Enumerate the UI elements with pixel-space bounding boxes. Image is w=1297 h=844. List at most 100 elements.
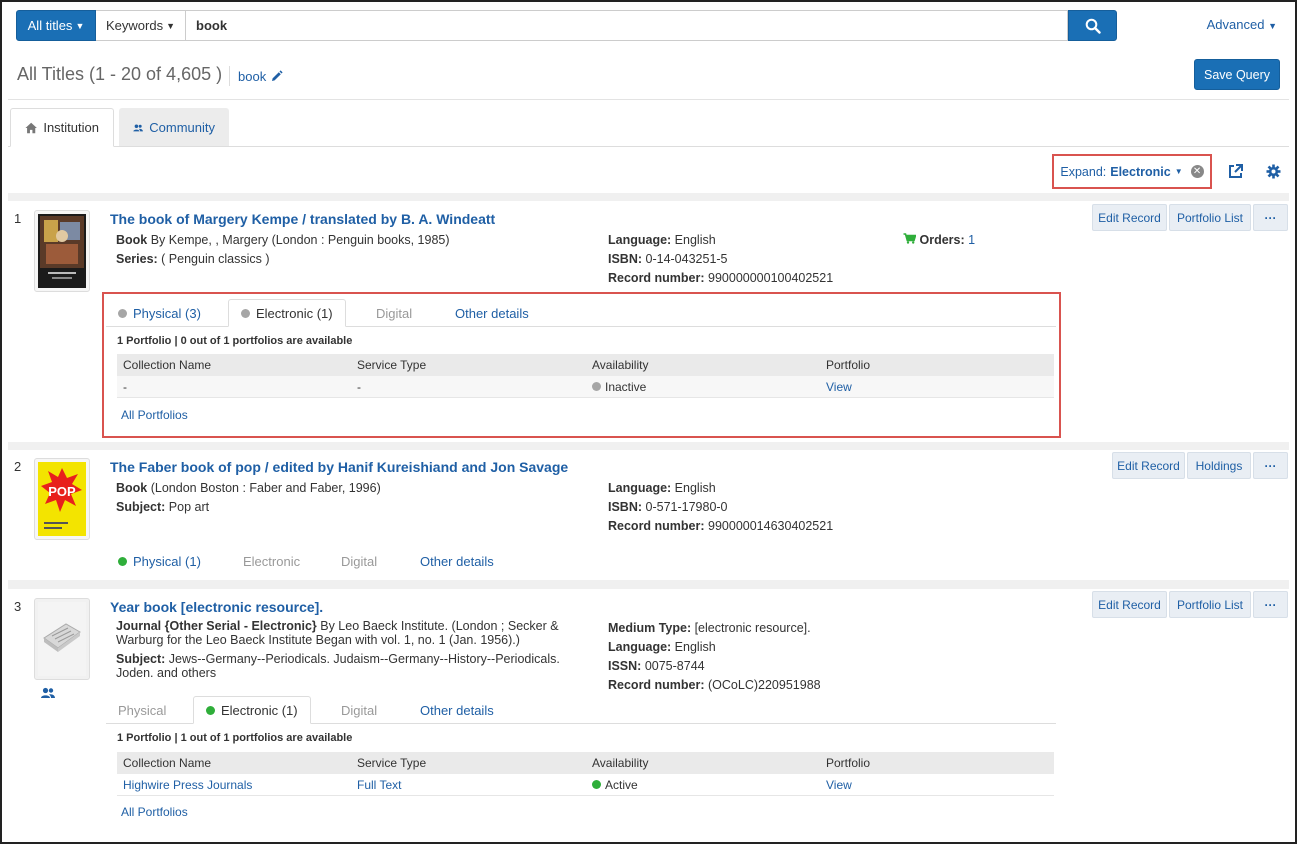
edit-record-button[interactable]: Edit Record [1112, 452, 1185, 479]
tab-community[interactable]: Community [119, 108, 229, 147]
results-title: All Titles (1 - 20 of 4,605 ) [17, 64, 223, 84]
portfolio-summary: 1 Portfolio | 1 out of 1 portfolios are … [117, 732, 353, 744]
svg-text:POP: POP [48, 484, 76, 499]
issn-label: ISSN: [608, 659, 642, 673]
book-cover-thumbnail[interactable] [34, 210, 90, 292]
holdings-button[interactable]: Holdings [1187, 452, 1251, 479]
caret-down-icon: ▼ [75, 20, 85, 31]
tab-physical: Physical [118, 702, 167, 718]
users-icon [133, 124, 143, 131]
caret-down-icon: ▼ [166, 20, 175, 31]
tab-community-label: Community [149, 120, 215, 135]
export-icon[interactable] [1228, 164, 1243, 179]
availability-cell: Active [586, 778, 638, 792]
divider [8, 99, 1289, 100]
search-scope-dropdown[interactable]: All titles ▼ [16, 10, 96, 41]
isbn-label: ISBN: [608, 500, 643, 514]
separator-band [8, 193, 1289, 201]
column-header: Availability [592, 756, 649, 770]
record-number-label: Record number: [608, 678, 705, 692]
result-subtabs: Physical Electronic (1) Digital Other de… [106, 696, 1056, 724]
record-number-value: (OCoLC)220951988 [704, 678, 821, 692]
result-number: 1 [14, 211, 22, 226]
view-portfolio-link[interactable]: View [820, 778, 852, 792]
result-title-link[interactable]: The Faber book of pop / edited by Hanif … [110, 459, 568, 475]
portfolio-list-button[interactable]: Portfolio List [1169, 591, 1251, 618]
subject-value: Jews--Germany--Periodicals. Judaism--Ger… [165, 652, 560, 666]
byline-continued: Warburg for the Leo Baeck Institute Bega… [116, 633, 520, 647]
material-type: Book [116, 233, 148, 247]
book-cover-thumbnail[interactable]: POP [34, 458, 90, 540]
orders-label: Orders: [919, 233, 965, 247]
search-input[interactable] [186, 10, 1068, 41]
tab-other-details[interactable]: Other details [408, 696, 506, 724]
caret-down-icon: ▼ [1174, 167, 1183, 176]
expand-value: Electronic [1110, 164, 1171, 179]
subject-label: Subject: [116, 652, 166, 666]
byline: (London Boston : Faber and Faber, 1996) [147, 481, 381, 495]
all-portfolios-link[interactable]: All Portfolios [121, 805, 188, 819]
medium-type-value: [electronic resource]. [691, 621, 811, 635]
record-number-label: Record number: [608, 519, 705, 533]
gear-icon[interactable] [1266, 164, 1281, 179]
column-header: Service Type [357, 756, 427, 770]
expand-prefix: Expand: [1060, 164, 1107, 179]
language-label: Language: [608, 233, 672, 247]
result-number: 3 [14, 599, 22, 614]
result-details: Book (London Boston : Faber and Faber, 1… [116, 479, 586, 517]
community-icon [41, 687, 55, 698]
table-row: Highwire Press Journals Full Text Active… [117, 774, 1054, 796]
medium-type-label: Medium Type: [608, 621, 692, 635]
tab-digital: Digital [341, 553, 378, 569]
byline: By Leo Baeck Institute. (London ; Secker… [316, 619, 559, 633]
clear-icon[interactable]: ✕ [1190, 165, 1204, 178]
tab-other-details[interactable]: Other details [408, 547, 506, 575]
tab-digital: Digital [341, 702, 378, 718]
column-header: Portfolio [826, 756, 871, 770]
more-actions-button[interactable]: ··· [1253, 452, 1288, 479]
tab-institution-label: Institution [43, 120, 99, 135]
advanced-search-link[interactable]: Advanced ▼ [1207, 17, 1277, 32]
issn-value: 0075-8744 [641, 659, 705, 673]
byline: By Kempe, , Margery (London : Penguin bo… [147, 233, 450, 247]
result-identifiers: Language: English ISBN: 0-571-17980-0 Re… [608, 479, 888, 536]
tab-institution[interactable]: Institution [10, 108, 114, 147]
pencil-icon [272, 69, 283, 81]
orders-count-link[interactable]: 1 [965, 233, 975, 247]
tab-electronic[interactable]: Electronic (1) [193, 696, 311, 724]
book-cover-image: POP [38, 462, 86, 536]
result-title-link[interactable]: Year book [electronic resource]. [110, 599, 323, 615]
save-query-button[interactable]: Save Query [1194, 59, 1280, 90]
series-label: Series: [116, 252, 158, 266]
service-type-link[interactable]: Full Text [351, 778, 401, 792]
separator-band [8, 580, 1289, 589]
query-edit-link[interactable]: book [229, 66, 283, 86]
status-dot [206, 705, 215, 715]
portfolio-table: Collection Name Service Type Availabilit… [117, 752, 1054, 796]
book-cover-image [38, 214, 86, 288]
result-subtabs: Physical (1) Electronic Digital Other de… [106, 547, 606, 575]
search-button[interactable] [1068, 10, 1117, 41]
subject-continued: Joden. and others [116, 666, 217, 680]
home-icon [25, 122, 37, 133]
tabs-baseline [8, 146, 1289, 147]
edit-record-button[interactable]: Edit Record [1092, 591, 1167, 618]
subject-label: Subject: [116, 500, 166, 514]
separator-band [8, 442, 1289, 450]
collection-name-link[interactable]: Highwire Press Journals [117, 778, 252, 792]
search-icon [1085, 18, 1101, 34]
material-type: Book [116, 481, 148, 495]
advanced-label: Advanced [1206, 17, 1265, 32]
more-actions-button[interactable]: ··· [1253, 591, 1288, 618]
book-cover-thumbnail[interactable] [34, 598, 90, 680]
portfolio-list-button[interactable]: Portfolio List [1169, 204, 1251, 231]
edit-record-button[interactable]: Edit Record [1092, 204, 1167, 231]
generic-journal-icon [38, 602, 86, 676]
result-title-link[interactable]: The book of Margery Kempe / translated b… [110, 211, 495, 227]
expand-filter[interactable]: Expand: Electronic ▼ ✕ [1052, 154, 1212, 189]
language-value: English [671, 640, 716, 654]
search-field-dropdown[interactable]: Keywords ▼ [96, 10, 186, 41]
series-value: ( Penguin classics ) [157, 252, 270, 266]
more-actions-button[interactable]: ··· [1253, 204, 1288, 231]
tab-physical[interactable]: Physical (1) [106, 547, 213, 575]
